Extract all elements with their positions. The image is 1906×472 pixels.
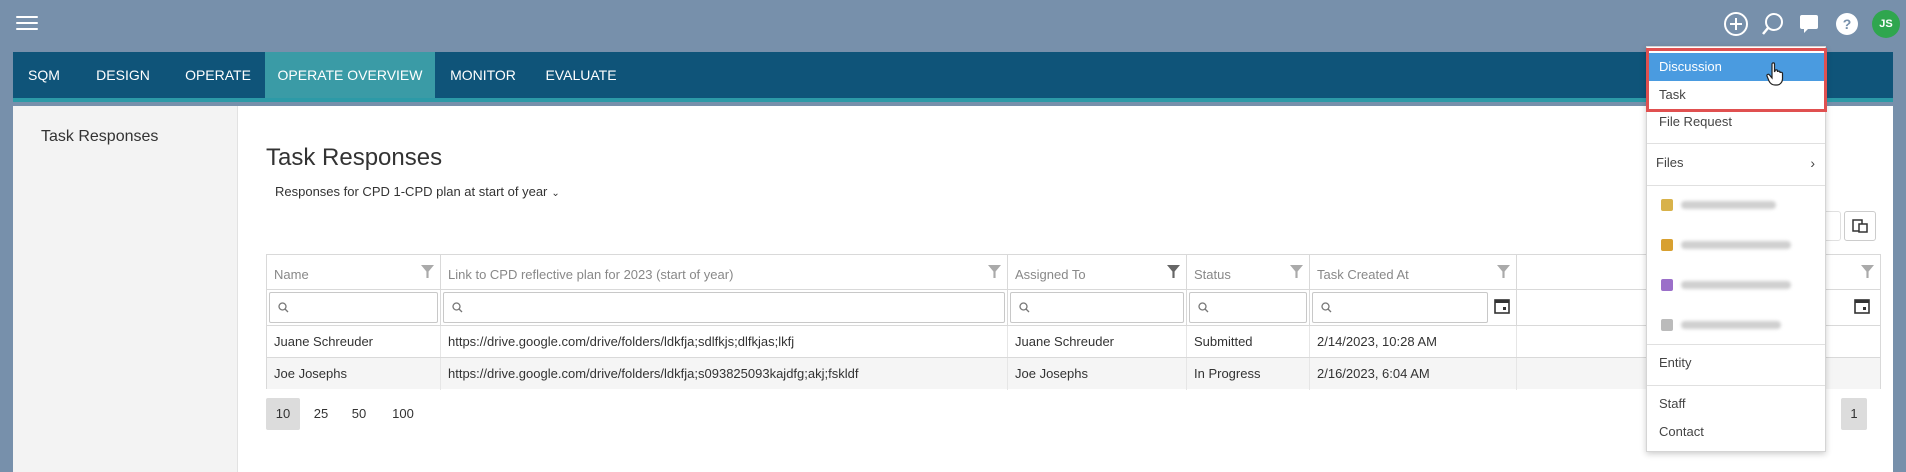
chevron-right-icon: › — [1810, 155, 1815, 171]
cell-status: Submitted — [1187, 326, 1310, 358]
column-label: Name — [274, 267, 309, 282]
response-set-label: Responses for CPD 1-CPD plan at start of… — [275, 184, 548, 199]
recent-file-item[interactable] — [1661, 277, 1791, 293]
cell-created-at: 2/14/2023, 10:28 AM — [1310, 326, 1517, 358]
menu-item-entity[interactable]: Entity — [1647, 349, 1825, 377]
export-icon — [1852, 219, 1868, 233]
filter-icon[interactable] — [1290, 265, 1303, 278]
menu-item-file-request[interactable]: File Request — [1647, 108, 1825, 136]
menu-item-files-label: Files — [1656, 155, 1684, 170]
menu-divider — [1647, 344, 1825, 345]
content-area: Task Responses Task Responses Responses … — [13, 106, 1893, 472]
avatar[interactable]: JS — [1872, 10, 1900, 38]
cell-status: In Progress — [1187, 358, 1310, 390]
cell-name: Joe Josephs — [267, 358, 441, 390]
recent-file-item[interactable] — [1661, 197, 1776, 213]
hamburger-icon[interactable] — [16, 16, 38, 32]
chat-icon[interactable] — [1797, 11, 1823, 37]
plus-circle-icon[interactable] — [1723, 11, 1749, 37]
filter-cell — [441, 289, 1008, 325]
main-nav: SQM DESIGN OPERATE OPERATE OVERVIEW MONI… — [13, 52, 1893, 102]
column-header-name[interactable]: Name — [267, 255, 441, 289]
filter-link-input[interactable] — [443, 292, 1005, 323]
recent-file-item[interactable] — [1661, 317, 1781, 333]
filter-cell — [1187, 289, 1310, 325]
top-bar: ? JS — [0, 0, 1906, 52]
table-row[interactable]: Joe Josephs https://drive.google.com/dri… — [267, 357, 1880, 390]
response-set-selector[interactable]: Responses for CPD 1-CPD plan at start of… — [275, 184, 560, 199]
chevron-down-icon: ⌄ — [551, 188, 560, 199]
filter-name-input[interactable] — [269, 292, 438, 323]
menu-item-files[interactable]: Files › — [1647, 149, 1825, 177]
recent-file-item[interactable] — [1661, 237, 1791, 253]
hand-cursor-icon — [1766, 62, 1784, 86]
cell-assigned-to: Juane Schreuder — [1008, 326, 1187, 358]
export-button[interactable] — [1844, 211, 1876, 241]
filter-icon[interactable] — [1167, 265, 1180, 278]
menu-divider — [1647, 385, 1825, 386]
search-icon[interactable] — [1760, 11, 1786, 37]
column-label: Link to CPD reflective plan for 2023 (st… — [448, 267, 734, 282]
filter-icon[interactable] — [421, 265, 434, 278]
filter-assigned-to-input[interactable] — [1010, 292, 1184, 323]
filter-icon[interactable] — [1497, 265, 1510, 278]
filter-created-at-input[interactable] — [1312, 292, 1488, 323]
page-title: Task Responses — [266, 144, 443, 171]
cell-name: Juane Schreuder — [267, 326, 441, 358]
tab-monitor[interactable]: MONITOR — [435, 52, 531, 98]
page-size-100[interactable]: 100 — [383, 398, 423, 430]
filter-status-input[interactable] — [1189, 292, 1307, 323]
column-header-status[interactable]: Status — [1187, 255, 1310, 289]
search-icon — [1198, 302, 1209, 313]
search-icon — [1019, 302, 1030, 313]
tab-sqm[interactable]: SQM — [13, 52, 75, 98]
column-label: Assigned To — [1015, 267, 1086, 282]
tab-design[interactable]: DESIGN — [75, 52, 171, 98]
filter-icon[interactable] — [1861, 265, 1874, 278]
add-menu-dropdown: Discussion Task File Request Files › Enti… — [1646, 46, 1826, 452]
menu-item-task[interactable]: Task — [1647, 81, 1825, 109]
cell-link[interactable]: https://drive.google.com/drive/folders/l… — [441, 358, 1008, 390]
menu-item-discussion[interactable]: Discussion — [1647, 53, 1825, 81]
search-icon — [452, 302, 463, 313]
menu-item-staff[interactable]: Staff — [1647, 390, 1825, 418]
column-label: Task Created At — [1317, 267, 1409, 282]
filter-cell — [1008, 289, 1187, 325]
sidebar-item-task-responses[interactable]: Task Responses — [41, 128, 158, 146]
calendar-icon[interactable] — [1492, 296, 1512, 316]
tab-operate[interactable]: OPERATE — [171, 52, 265, 98]
column-header-link[interactable]: Link to CPD reflective plan for 2023 (st… — [441, 255, 1008, 289]
menu-item-contact[interactable]: Contact — [1647, 418, 1825, 446]
filter-cell — [1310, 289, 1517, 325]
search-icon — [278, 302, 289, 313]
search-icon — [1321, 302, 1332, 313]
responses-table: Name Link to CPD reflective plan for 202… — [266, 254, 1881, 390]
cell-created-at: 2/16/2023, 6:04 AM — [1310, 358, 1517, 390]
tab-evaluate[interactable]: EVALUATE — [531, 52, 631, 98]
page-size-10[interactable]: 10 — [266, 398, 300, 430]
filter-icon[interactable] — [988, 265, 1001, 278]
filter-cell — [267, 289, 441, 325]
sidebar: Task Responses — [13, 106, 238, 472]
menu-divider — [1647, 143, 1825, 144]
column-header-assigned-to[interactable]: Assigned To — [1008, 255, 1187, 289]
page-size-50[interactable]: 50 — [342, 398, 376, 430]
column-label: Status — [1194, 267, 1231, 282]
table-row[interactable]: Juane Schreuder https://drive.google.com… — [267, 325, 1880, 358]
help-icon[interactable]: ? — [1834, 11, 1860, 37]
column-header-task-created-at[interactable]: Task Created At — [1310, 255, 1517, 289]
cell-link[interactable]: https://drive.google.com/drive/folders/l… — [441, 326, 1008, 358]
calendar-icon[interactable] — [1852, 296, 1872, 316]
page-size-25[interactable]: 25 — [304, 398, 338, 430]
page-button-1[interactable]: 1 — [1841, 398, 1867, 430]
tab-operate-overview[interactable]: OPERATE OVERVIEW — [265, 52, 435, 98]
cell-assigned-to: Joe Josephs — [1008, 358, 1187, 390]
menu-divider — [1647, 185, 1825, 186]
svg-text:?: ? — [1843, 16, 1852, 32]
